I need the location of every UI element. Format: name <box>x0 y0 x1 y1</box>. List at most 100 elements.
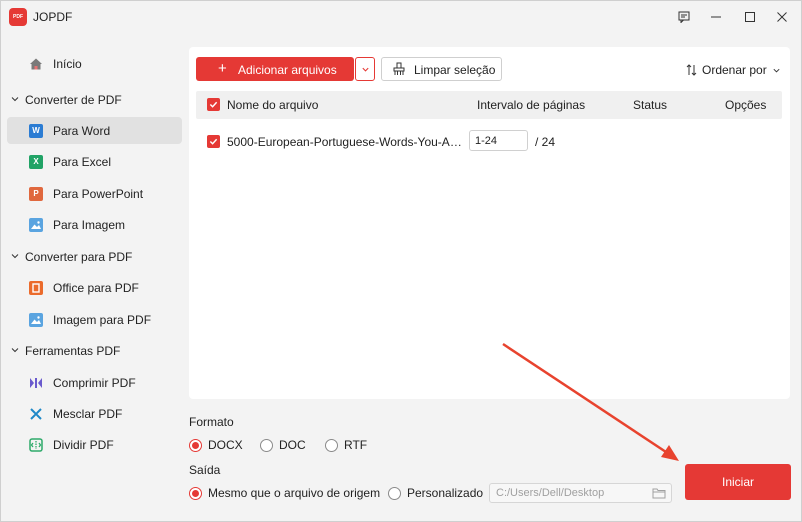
page-range-input[interactable] <box>469 130 528 151</box>
sidebar-item-label: Office para PDF <box>53 280 139 295</box>
sidebar-item-home[interactable]: Início <box>7 50 182 77</box>
sort-icon <box>686 64 697 76</box>
minimize-button[interactable] <box>706 7 726 27</box>
office-icon <box>29 280 43 295</box>
file-list-panel: + Adicionar arquivos Limpar seleção Orde… <box>189 47 790 399</box>
word-icon-letter: W <box>32 126 40 135</box>
app-logo-text: PDF <box>13 14 23 20</box>
sort-label: Ordenar por <box>702 63 767 77</box>
page-total: / 24 <box>535 135 556 149</box>
add-files-button[interactable]: + Adicionar arquivos <box>196 57 354 81</box>
clear-selection-button[interactable]: Limpar seleção <box>381 57 502 81</box>
title-bar: PDF JOPDF <box>1 1 801 33</box>
file-name: 5000-European-Portuguese-Words-You-Alrea… <box>227 135 464 149</box>
sidebar-group-from-pdf[interactable]: Converter de PDF <box>7 89 182 111</box>
radio-dot <box>189 486 202 500</box>
powerpoint-icon-letter: P <box>33 189 39 198</box>
broom-icon <box>393 62 405 75</box>
output-option-label: Mesmo que o arquivo de origem <box>208 486 381 500</box>
clear-selection-label: Limpar seleção <box>414 63 496 77</box>
radio-dot <box>189 438 202 452</box>
sidebar-group-tools[interactable]: Ferramentas PDF <box>7 340 182 362</box>
maximize-icon <box>745 12 755 22</box>
minimize-icon <box>711 16 721 18</box>
start-button[interactable]: Iniciar <box>685 464 791 500</box>
merge-icon <box>29 407 43 421</box>
start-button-label: Iniciar <box>721 475 754 489</box>
column-header-status: Status <box>633 98 668 112</box>
add-files-dropdown-button[interactable] <box>355 57 375 81</box>
column-header-options: Opções <box>725 98 767 112</box>
add-files-label: Adicionar arquivos <box>238 63 337 77</box>
plus-icon: + <box>218 60 227 77</box>
table-row[interactable]: 5000-European-Portuguese-Words-You-Alrea… <box>196 129 782 153</box>
format-label: Formato <box>189 415 234 429</box>
app-logo-icon: PDF <box>9 8 27 26</box>
feedback-icon <box>678 11 690 23</box>
sidebar-item-label: Dividir PDF <box>53 437 114 452</box>
sidebar-item-label: Para PowerPoint <box>53 186 144 201</box>
feedback-button[interactable] <box>674 7 694 27</box>
compress-icon <box>29 376 43 390</box>
output-option-same-as-source[interactable]: Mesmo que o arquivo de origem <box>189 486 380 500</box>
close-button[interactable] <box>772 7 792 27</box>
output-option-custom[interactable]: Personalizado <box>388 486 483 500</box>
format-option-rtf[interactable]: RTF <box>325 438 367 452</box>
word-icon: W <box>29 123 43 138</box>
sidebar-item-label: Início <box>53 56 82 71</box>
sidebar-item-label: Mesclar PDF <box>53 406 123 421</box>
sidebar-item-label: Comprimir PDF <box>53 375 136 390</box>
sidebar-group-label: Converter de PDF <box>25 93 122 107</box>
format-option-doc[interactable]: DOC <box>260 438 306 452</box>
column-header-file-name[interactable]: Nome do arquivo <box>227 98 318 112</box>
sidebar-item-label: Imagem para PDF <box>53 312 152 327</box>
select-all-checkbox[interactable] <box>207 98 220 111</box>
sidebar-item-to-excel[interactable]: X Para Excel <box>7 148 182 175</box>
app-title: JOPDF <box>33 10 73 24</box>
chevron-down-icon <box>361 67 369 72</box>
format-option-label: DOCX <box>208 438 243 452</box>
output-path-field[interactable]: C:/Users/Dell/Desktop <box>489 483 672 503</box>
image-icon <box>29 312 43 327</box>
chevron-down-icon <box>11 254 19 259</box>
sidebar-item-to-powerpoint[interactable]: P Para PowerPoint <box>7 180 182 207</box>
sidebar-item-label: Para Imagem <box>53 217 126 232</box>
sidebar-group-label: Converter para PDF <box>25 250 133 264</box>
check-icon <box>209 138 218 145</box>
app-window: PDF JOPDF Início Converter de PDF W Para… <box>0 0 802 522</box>
format-option-label: RTF <box>344 438 368 452</box>
excel-icon-letter: X <box>33 157 39 166</box>
radio-dot <box>325 438 338 452</box>
sidebar-item-image-to-pdf[interactable]: Imagem para PDF <box>7 306 182 333</box>
sidebar-item-split[interactable]: Dividir PDF <box>7 431 182 458</box>
chevron-down-icon <box>11 348 19 353</box>
powerpoint-icon: P <box>29 186 43 201</box>
row-checkbox[interactable] <box>207 135 220 148</box>
format-option-label: DOC <box>279 438 306 452</box>
table-header: Nome do arquivo Intervalo de páginas Sta… <box>196 91 782 119</box>
column-header-page-range: Intervalo de páginas <box>477 98 586 112</box>
output-option-label: Personalizado <box>407 486 484 500</box>
sort-dropdown[interactable]: Ordenar por <box>686 63 781 77</box>
image-icon <box>29 217 43 232</box>
sidebar-item-label: Para Word <box>53 123 111 138</box>
sidebar-group-label: Ferramentas PDF <box>25 344 121 358</box>
format-option-docx[interactable]: DOCX <box>189 438 243 452</box>
maximize-button[interactable] <box>740 7 760 27</box>
close-icon <box>777 12 787 22</box>
sidebar-item-label: Para Excel <box>53 154 112 169</box>
sidebar-item-compress[interactable]: Comprimir PDF <box>7 369 182 396</box>
radio-dot <box>260 438 273 452</box>
sidebar-item-to-image[interactable]: Para Imagem <box>7 211 182 238</box>
split-icon <box>29 437 43 452</box>
sidebar-item-office-to-pdf[interactable]: Office para PDF <box>7 274 182 301</box>
excel-icon: X <box>29 154 43 169</box>
sidebar-item-to-word[interactable]: W Para Word <box>7 117 182 144</box>
sidebar-item-merge[interactable]: Mesclar PDF <box>7 400 182 427</box>
sidebar-group-to-pdf[interactable]: Converter para PDF <box>7 246 182 268</box>
chevron-down-icon <box>11 97 19 102</box>
folder-icon[interactable] <box>652 486 666 500</box>
home-icon <box>29 57 43 71</box>
chevron-down-icon <box>773 68 780 72</box>
output-path-placeholder: C:/Users/Dell/Desktop <box>496 487 605 499</box>
